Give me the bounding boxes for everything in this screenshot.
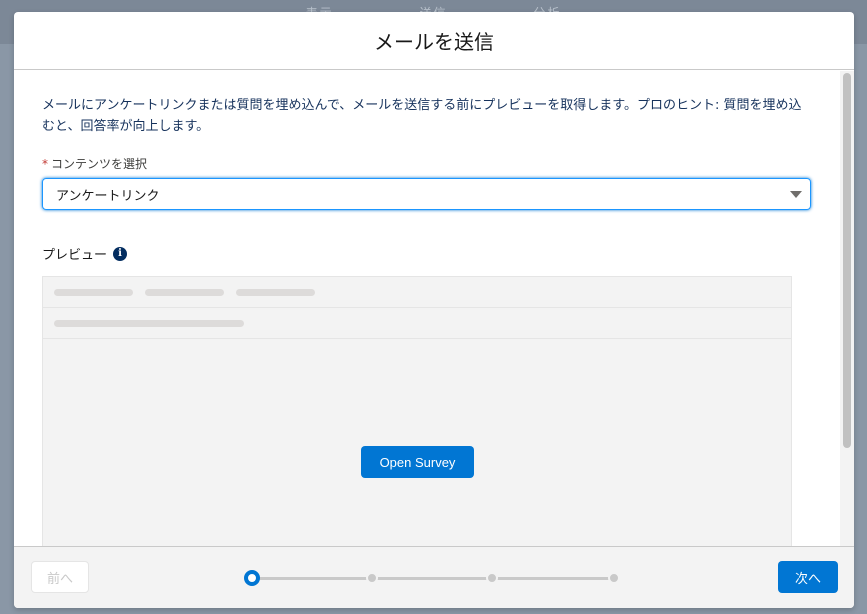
intro-text: メールにアンケートリンクまたは質問を埋め込んで、メールを送信する前にプレビューを…: [42, 98, 802, 134]
send-email-modal: メールを送信 メールにアンケートリンクまたは質問を埋め込んで、メールを送信する前…: [14, 12, 854, 608]
modal-header: メールを送信: [14, 12, 854, 70]
content-field-label-text: コンテンツを選択: [51, 157, 148, 171]
content-select-value: アンケートリンク: [56, 188, 160, 204]
preview-label: プレビュー i: [42, 244, 812, 263]
preview-placeholder-row: [43, 308, 791, 339]
next-button[interactable]: 次へ: [778, 561, 838, 593]
required-mark: *: [42, 157, 48, 171]
preview-label-text: プレビュー: [42, 248, 108, 263]
modal-scrollbar[interactable]: [840, 71, 854, 546]
modal-body: メールにアンケートリンクまたは質問を埋め込んで、メールを送信する前にプレビューを…: [14, 71, 840, 546]
placeholder-bar: [54, 319, 244, 327]
progress-step-4[interactable]: [608, 572, 620, 584]
placeholder-bar: [54, 288, 133, 296]
progress-indicator: [244, 569, 624, 587]
progress-step-2[interactable]: [366, 572, 378, 584]
progress-track: [252, 577, 614, 580]
progress-step-3[interactable]: [486, 572, 498, 584]
previous-button[interactable]: 前へ: [31, 561, 89, 593]
preview-placeholder-row: [43, 277, 791, 308]
content-select[interactable]: アンケートリンク: [42, 178, 811, 210]
content-field-label: * コンテンツを選択: [42, 155, 812, 172]
scrollbar-thumb[interactable]: [843, 73, 851, 448]
chevron-down-icon: [790, 190, 802, 198]
placeholder-bar: [145, 288, 224, 296]
info-icon[interactable]: i: [113, 246, 128, 261]
progress-step-1[interactable]: [244, 570, 260, 586]
modal-footer: 前へ 次へ: [14, 546, 854, 608]
placeholder-bar: [236, 288, 315, 296]
preview-panel: Open Survey: [42, 276, 792, 546]
open-survey-button[interactable]: Open Survey: [361, 446, 474, 478]
modal-title: メールを送信: [374, 30, 494, 54]
